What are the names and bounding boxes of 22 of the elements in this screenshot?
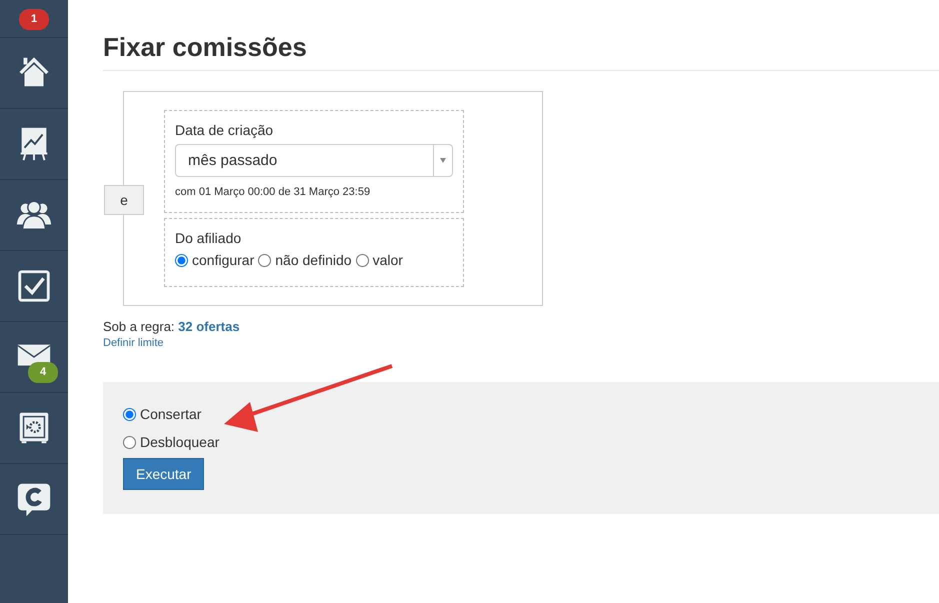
date-range-text: com 01 Março 00:00 de 31 Março 23:59 bbox=[175, 186, 372, 198]
dropdown[interactable]: mês passado bbox=[175, 144, 453, 177]
radio-option[interactable]: não definido bbox=[258, 252, 352, 268]
radio-option[interactable]: configurar bbox=[175, 252, 254, 268]
notification-badge: 1 bbox=[19, 9, 49, 30]
radio-button[interactable] bbox=[123, 408, 136, 420]
radio-button[interactable] bbox=[356, 254, 369, 266]
radio-button[interactable] bbox=[258, 254, 272, 266]
page-title: Fixar comissões bbox=[103, 32, 939, 71]
limit-link[interactable]: Definir limite bbox=[103, 337, 164, 349]
operator-button[interactable]: e bbox=[104, 185, 144, 215]
count-badge: 4 bbox=[28, 362, 58, 383]
condition-label: Data de criação bbox=[175, 122, 274, 138]
radio-button[interactable] bbox=[123, 436, 136, 448]
execute-button[interactable]: Executar bbox=[123, 458, 204, 490]
radio-option[interactable]: Consertar bbox=[123, 406, 202, 422]
radio-option[interactable]: valor bbox=[356, 252, 403, 268]
rule-summary: Sob a regra: 32 ofertas bbox=[103, 319, 240, 334]
radio-button[interactable] bbox=[175, 254, 188, 266]
caret-icon bbox=[440, 158, 446, 163]
radio-option[interactable]: Desbloquear bbox=[123, 434, 220, 450]
condition-label: Do afiliado bbox=[175, 230, 242, 246]
